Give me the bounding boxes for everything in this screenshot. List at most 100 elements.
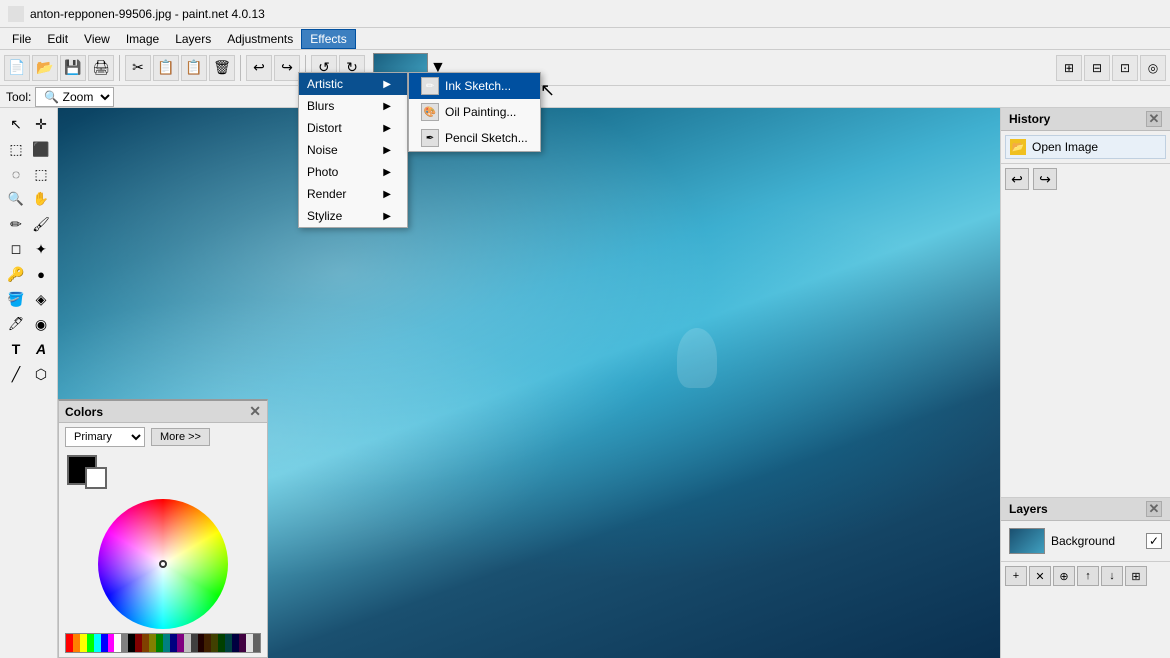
- tool-gradient[interactable]: ◈: [29, 287, 53, 311]
- tool-select[interactable]: ↖: [4, 112, 28, 136]
- tool-dropper[interactable]: 🔑: [4, 262, 28, 286]
- tool-recolor[interactable]: ◉: [29, 312, 53, 336]
- color-strip-cell[interactable]: [114, 634, 121, 652]
- undo-button[interactable]: ↩: [246, 55, 272, 81]
- zoom-mode-button4[interactable]: ◎: [1140, 55, 1166, 81]
- tool-text2[interactable]: A: [29, 337, 53, 361]
- color-strip-cell[interactable]: [80, 634, 87, 652]
- tool-color-pick[interactable]: ●: [29, 262, 53, 286]
- tool-zoom[interactable]: 🔍: [4, 187, 28, 211]
- effects-menu-stylize[interactable]: Stylize ▶: [299, 205, 407, 227]
- tool-eraser[interactable]: ◻: [4, 237, 28, 261]
- add-layer-button[interactable]: +: [1005, 566, 1027, 586]
- tool-magic-wand[interactable]: ⬚: [29, 162, 53, 186]
- artistic-ink-sketch[interactable]: ✏ Ink Sketch...: [409, 73, 540, 99]
- redo-history-button[interactable]: ↪: [1033, 168, 1057, 190]
- color-strip-cell[interactable]: [232, 634, 239, 652]
- color-strip-cell[interactable]: [94, 634, 101, 652]
- color-strip-cell[interactable]: [239, 634, 246, 652]
- color-strip-cell[interactable]: [163, 634, 170, 652]
- secondary-color-swatch[interactable]: [85, 467, 107, 489]
- menu-file[interactable]: File: [4, 30, 39, 48]
- color-wheel[interactable]: [98, 499, 228, 629]
- history-item[interactable]: 📂 Open Image: [1005, 135, 1166, 159]
- delete-layer-button[interactable]: ✕: [1029, 566, 1051, 586]
- open-button[interactable]: 📂: [32, 55, 58, 81]
- color-strip[interactable]: [65, 633, 261, 653]
- color-strip-cell[interactable]: [246, 634, 253, 652]
- color-strip-cell[interactable]: [135, 634, 142, 652]
- effects-menu-noise[interactable]: Noise ▶: [299, 139, 407, 161]
- paste-button[interactable]: 📋: [181, 55, 207, 81]
- save-button[interactable]: 💾: [60, 55, 86, 81]
- copy-button[interactable]: 📋: [153, 55, 179, 81]
- layers-close-button[interactable]: ✕: [1146, 501, 1162, 517]
- tool-ellipse[interactable]: ◌: [4, 162, 28, 186]
- artistic-pencil-sketch[interactable]: ✒ Pencil Sketch...: [409, 125, 540, 151]
- tool-fill[interactable]: 🪣: [4, 287, 28, 311]
- color-strip-cell[interactable]: [128, 634, 135, 652]
- color-strip-cell[interactable]: [142, 634, 149, 652]
- redo-button[interactable]: ↪: [274, 55, 300, 81]
- effects-menu-render[interactable]: Render ▶: [299, 183, 407, 205]
- colors-close-button[interactable]: ✕: [249, 403, 261, 420]
- tool-pixel-eraser[interactable]: ✦: [29, 237, 53, 261]
- move-layer-down-button[interactable]: ↓: [1101, 566, 1123, 586]
- tool-shapes[interactable]: ⬡: [29, 362, 53, 386]
- zoom-mode-button3[interactable]: ⊡: [1112, 55, 1138, 81]
- artistic-oil-painting[interactable]: 🎨 Oil Painting...: [409, 99, 540, 125]
- undo-history-button[interactable]: ↩: [1005, 168, 1029, 190]
- effects-menu-distort[interactable]: Distort ▶: [299, 117, 407, 139]
- menu-view[interactable]: View: [76, 30, 118, 48]
- menu-image[interactable]: Image: [118, 30, 167, 48]
- color-strip-cell[interactable]: [204, 634, 211, 652]
- color-strip-cell[interactable]: [211, 634, 218, 652]
- color-strip-cell[interactable]: [66, 634, 73, 652]
- tool-brush[interactable]: 🖌: [29, 212, 53, 236]
- color-strip-cell[interactable]: [87, 634, 94, 652]
- tool-text[interactable]: T: [4, 337, 28, 361]
- layer-visibility-check[interactable]: ✓: [1146, 533, 1162, 549]
- tool-line[interactable]: ╱: [4, 362, 28, 386]
- effects-menu-photo[interactable]: Photo ▶: [299, 161, 407, 183]
- color-strip-cell[interactable]: [191, 634, 198, 652]
- cut-button[interactable]: ✂: [125, 55, 151, 81]
- menu-effects[interactable]: Effects: [301, 29, 355, 49]
- tool-pencil[interactable]: ✏: [4, 212, 28, 236]
- zoom-mode-button1[interactable]: ⊞: [1056, 55, 1082, 81]
- color-strip-cell[interactable]: [121, 634, 128, 652]
- duplicate-layer-button[interactable]: ⊕: [1053, 566, 1075, 586]
- zoom-mode-button2[interactable]: ⊟: [1084, 55, 1110, 81]
- layer-item[interactable]: Background ✓: [1005, 525, 1166, 557]
- merge-layer-button[interactable]: ⊞: [1125, 566, 1147, 586]
- color-strip-cell[interactable]: [170, 634, 177, 652]
- new-button[interactable]: 📄: [4, 55, 30, 81]
- tool-move[interactable]: ✛: [29, 112, 53, 136]
- tool-rect-select[interactable]: ⬛: [29, 137, 53, 161]
- menu-adjustments[interactable]: Adjustments: [219, 30, 301, 48]
- color-strip-cell[interactable]: [225, 634, 232, 652]
- color-strip-cell[interactable]: [108, 634, 115, 652]
- color-strip-cell[interactable]: [156, 634, 163, 652]
- color-strip-cell[interactable]: [73, 634, 80, 652]
- menu-edit[interactable]: Edit: [39, 30, 76, 48]
- move-layer-up-button[interactable]: ↑: [1077, 566, 1099, 586]
- history-close-button[interactable]: ✕: [1146, 111, 1162, 127]
- tool-selector[interactable]: 🔍 Zoom: [35, 87, 114, 107]
- tool-clone[interactable]: 🖊: [4, 312, 28, 336]
- color-strip-cell[interactable]: [198, 634, 205, 652]
- more-colors-button[interactable]: More >>: [151, 428, 210, 446]
- color-strip-cell[interactable]: [253, 634, 260, 652]
- color-strip-cell[interactable]: [149, 634, 156, 652]
- menu-layers[interactable]: Layers: [167, 30, 219, 48]
- color-strip-cell[interactable]: [218, 634, 225, 652]
- color-strip-cell[interactable]: [184, 634, 191, 652]
- color-strip-cell[interactable]: [101, 634, 108, 652]
- tool-lasso[interactable]: ⬚: [4, 137, 28, 161]
- color-strip-cell[interactable]: [177, 634, 184, 652]
- tool-pan[interactable]: ✋: [29, 187, 53, 211]
- effects-menu-artistic[interactable]: Artistic ▶: [299, 73, 407, 95]
- delete-button[interactable]: 🗑: [209, 55, 235, 81]
- color-mode-select[interactable]: Primary Secondary: [65, 427, 145, 447]
- print-button[interactable]: 🖨: [88, 55, 114, 81]
